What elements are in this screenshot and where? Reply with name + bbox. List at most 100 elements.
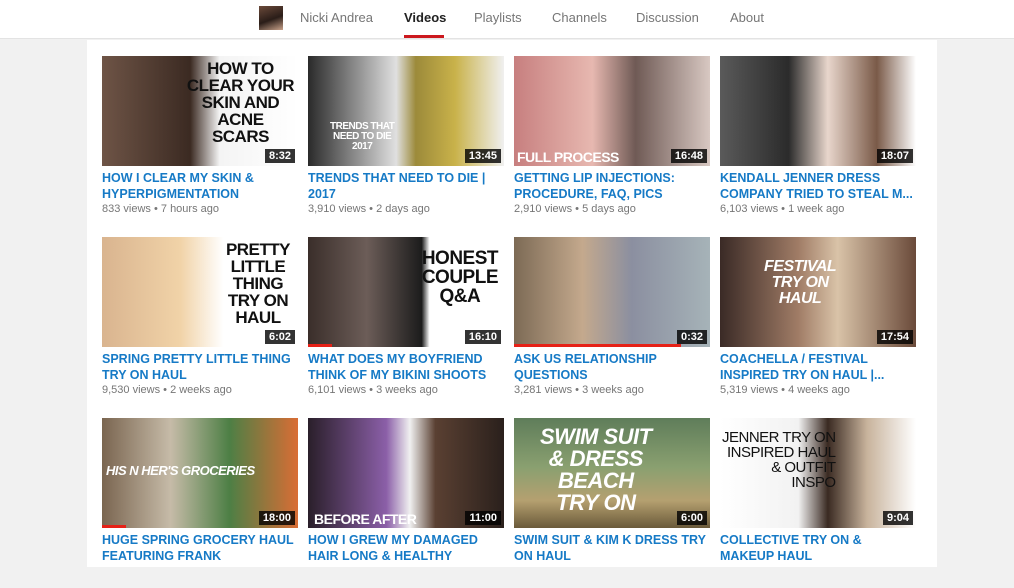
thumbnail-caption: SWIM SUIT & DRESS BEACH TRY ON xyxy=(540,424,652,515)
video-duration-badge: 8:32 xyxy=(264,149,295,163)
video-card[interactable]: FESTIVAL TRY ON HAUL 17:54 COACHELLA / FES… xyxy=(720,237,916,407)
video-duration-badge: 0:32 xyxy=(676,330,707,344)
thumbnail-caption: HONEST COUPLE Q&A xyxy=(421,248,499,307)
channel-name-link[interactable]: Nicki Andrea xyxy=(300,10,373,25)
video-duration-badge: 6:00 xyxy=(676,511,707,525)
video-thumbnail[interactable]: PRETTY LITTLE THING TRY ON HAUL 6:02 xyxy=(102,237,298,347)
video-meta: 3,910 views • 2 days ago xyxy=(308,203,504,215)
meta-separator: • xyxy=(366,203,377,215)
watch-progress-bar xyxy=(102,525,126,528)
video-duration-badge: 16:48 xyxy=(670,149,707,163)
tab-about[interactable]: About xyxy=(730,10,764,25)
video-card[interactable]: JENNER TRY ON INSPIRED HAUL & OUTFIT INS… xyxy=(720,418,916,588)
video-thumbnail[interactable]: HONEST COUPLE Q&A 16:10 xyxy=(308,237,504,347)
video-card[interactable]: 0:32 ASK US RELATIONSHIP QUESTIONS 3,281 v… xyxy=(514,237,710,407)
video-thumbnail[interactable]: HOW TO CLEAR YOUR SKIN AND ACNE SCARS 8:3… xyxy=(102,56,298,166)
video-meta: 5,319 views • 4 weeks ago xyxy=(720,384,916,396)
meta-separator: • xyxy=(160,384,171,396)
video-title-link[interactable]: GETTING LIP INJECTIONS: PROCEDURE, FAQ, … xyxy=(514,170,710,202)
video-card[interactable]: BEFORE AFTER 11:00 HOW I GREW MY DAMAGED H… xyxy=(308,418,504,588)
video-duration-badge: 6:02 xyxy=(264,330,295,344)
active-tab-indicator xyxy=(404,35,444,38)
video-title-link[interactable]: TRENDS THAT NEED TO DIE | 2017 xyxy=(308,170,504,202)
video-title-link[interactable]: HOW I GREW MY DAMAGED HAIR LONG & HEALTH… xyxy=(308,532,504,564)
video-card[interactable]: 18:07 KENDALL JENNER DRESS COMPANY TRIED … xyxy=(720,56,916,226)
video-meta: 3,281 views • 3 weeks ago xyxy=(514,384,710,396)
upload-age: 3 weeks ago xyxy=(376,384,438,396)
video-card[interactable]: TRENDS THAT NEED TO DIE 2017 13:45 TRENDS … xyxy=(308,56,504,226)
view-count: 2,910 views xyxy=(514,203,573,215)
video-grid-panel: HOW TO CLEAR YOUR SKIN AND ACNE SCARS 8:3… xyxy=(87,40,937,567)
view-count: 833 views xyxy=(102,203,151,215)
video-thumbnail[interactable]: SWIM SUIT & DRESS BEACH TRY ON 6:00 xyxy=(514,418,710,528)
video-duration-badge: 18:00 xyxy=(258,511,295,525)
video-meta: 6,103 views • 1 week ago xyxy=(720,203,916,215)
video-title-link[interactable]: WHAT DOES MY BOYFRIEND THINK OF MY BIKIN… xyxy=(308,351,504,383)
video-meta: 833 views • 7 hours ago xyxy=(102,203,298,215)
video-thumbnail[interactable]: 0:32 xyxy=(514,237,710,347)
video-thumbnail[interactable]: HIS N HER'S GROCERIES 18:00 xyxy=(102,418,298,528)
upload-age: 3 weeks ago xyxy=(582,384,644,396)
video-duration-badge: 18:07 xyxy=(876,149,913,163)
video-meta: 9,530 views • 2 weeks ago xyxy=(102,384,298,396)
upload-age: 4 weeks ago xyxy=(788,384,850,396)
watch-progress-bar xyxy=(308,344,332,347)
watch-progress-bar xyxy=(514,344,681,347)
meta-separator: • xyxy=(366,384,377,396)
video-duration-badge: 16:10 xyxy=(464,330,501,344)
tab-channels[interactable]: Channels xyxy=(552,10,607,25)
meta-separator: • xyxy=(150,203,161,215)
video-duration-badge: 9:04 xyxy=(882,511,913,525)
channel-avatar[interactable] xyxy=(259,6,283,30)
view-count: 6,103 views xyxy=(720,203,779,215)
video-title-link[interactable]: HOW I CLEAR MY SKIN & HYPERPIGMENTATION xyxy=(102,170,298,202)
video-title-link[interactable]: SPRING PRETTY LITTLE THING TRY ON HAUL xyxy=(102,351,298,383)
view-count: 3,910 views xyxy=(308,203,367,215)
video-duration-badge: 11:00 xyxy=(465,511,501,525)
upload-age: 7 hours ago xyxy=(160,203,219,215)
meta-separator: • xyxy=(778,384,789,396)
video-card[interactable]: SWIM SUIT & DRESS BEACH TRY ON 6:00 SWIM S… xyxy=(514,418,710,588)
video-thumbnail[interactable]: 18:07 xyxy=(720,56,916,166)
video-thumbnail[interactable]: FESTIVAL TRY ON HAUL 17:54 xyxy=(720,237,916,347)
video-title-link[interactable]: ASK US RELATIONSHIP QUESTIONS xyxy=(514,351,710,383)
upload-age: 2 days ago xyxy=(376,203,430,215)
video-thumbnail[interactable]: TRENDS THAT NEED TO DIE 2017 13:45 xyxy=(308,56,504,166)
upload-age: 5 days ago xyxy=(582,203,636,215)
video-thumbnail[interactable]: BEFORE AFTER 11:00 xyxy=(308,418,504,528)
video-title-link[interactable]: COLLECTIVE TRY ON & MAKEUP HAUL xyxy=(720,532,916,564)
video-card[interactable]: PRETTY LITTLE THING TRY ON HAUL 6:02 SPRIN… xyxy=(102,237,298,407)
video-duration-badge: 17:54 xyxy=(876,330,913,344)
view-count: 3,281 views xyxy=(514,384,573,396)
tab-playlists[interactable]: Playlists xyxy=(474,10,522,25)
video-card[interactable]: HOW TO CLEAR YOUR SKIN AND ACNE SCARS 8:3… xyxy=(102,56,298,226)
thumbnail-caption: JENNER TRY ON INSPIRED HAUL & OUTFIT INS… xyxy=(722,429,836,491)
thumbnail-caption: PRETTY LITTLE THING TRY ON HAUL xyxy=(225,240,291,327)
video-thumbnail[interactable]: FULL PROCESS 16:48 xyxy=(514,56,710,166)
video-title-link[interactable]: COACHELLA / FESTIVAL INSPIRED TRY ON HAU… xyxy=(720,351,916,383)
meta-separator: • xyxy=(572,384,583,396)
video-card[interactable]: FULL PROCESS 16:48 GETTING LIP INJECTIONS:… xyxy=(514,56,710,226)
video-duration-badge: 13:45 xyxy=(464,149,501,163)
upload-age: 1 week ago xyxy=(788,203,845,215)
thumbnail-caption: HOW TO CLEAR YOUR SKIN AND ACNE SCARS xyxy=(186,59,295,146)
view-count: 5,319 views xyxy=(720,384,779,396)
view-count: 9,530 views xyxy=(102,384,161,396)
video-card[interactable]: HONEST COUPLE Q&A 16:10 WHAT DOES MY BOYFR… xyxy=(308,237,504,407)
meta-separator: • xyxy=(778,203,789,215)
video-title-link[interactable]: SWIM SUIT & KIM K DRESS TRY ON HAUL xyxy=(514,532,710,564)
tab-videos[interactable]: Videos xyxy=(404,10,446,25)
video-title-link[interactable]: HUGE SPRING GROCERY HAUL FEATURING FRANK xyxy=(102,532,298,564)
channel-tab-bar: Nicki Andrea Videos Playlists Channels D… xyxy=(0,0,1014,39)
thumbnail-caption: FESTIVAL TRY ON HAUL xyxy=(764,258,837,307)
upload-age: 2 weeks ago xyxy=(170,384,232,396)
view-count: 6,101 views xyxy=(308,384,367,396)
video-meta: 2,910 views • 5 days ago xyxy=(514,203,710,215)
meta-separator: • xyxy=(572,203,583,215)
video-thumbnail[interactable]: JENNER TRY ON INSPIRED HAUL & OUTFIT INS… xyxy=(720,418,916,528)
thumbnail-caption: BEFORE AFTER xyxy=(314,511,417,527)
tab-discussion[interactable]: Discussion xyxy=(636,10,699,25)
thumbnail-caption: TRENDS THAT NEED TO DIE 2017 xyxy=(330,121,395,152)
video-card[interactable]: HIS N HER'S GROCERIES 18:00 HUGE SPRING GR… xyxy=(102,418,298,588)
video-title-link[interactable]: KENDALL JENNER DRESS COMPANY TRIED TO ST… xyxy=(720,170,916,202)
